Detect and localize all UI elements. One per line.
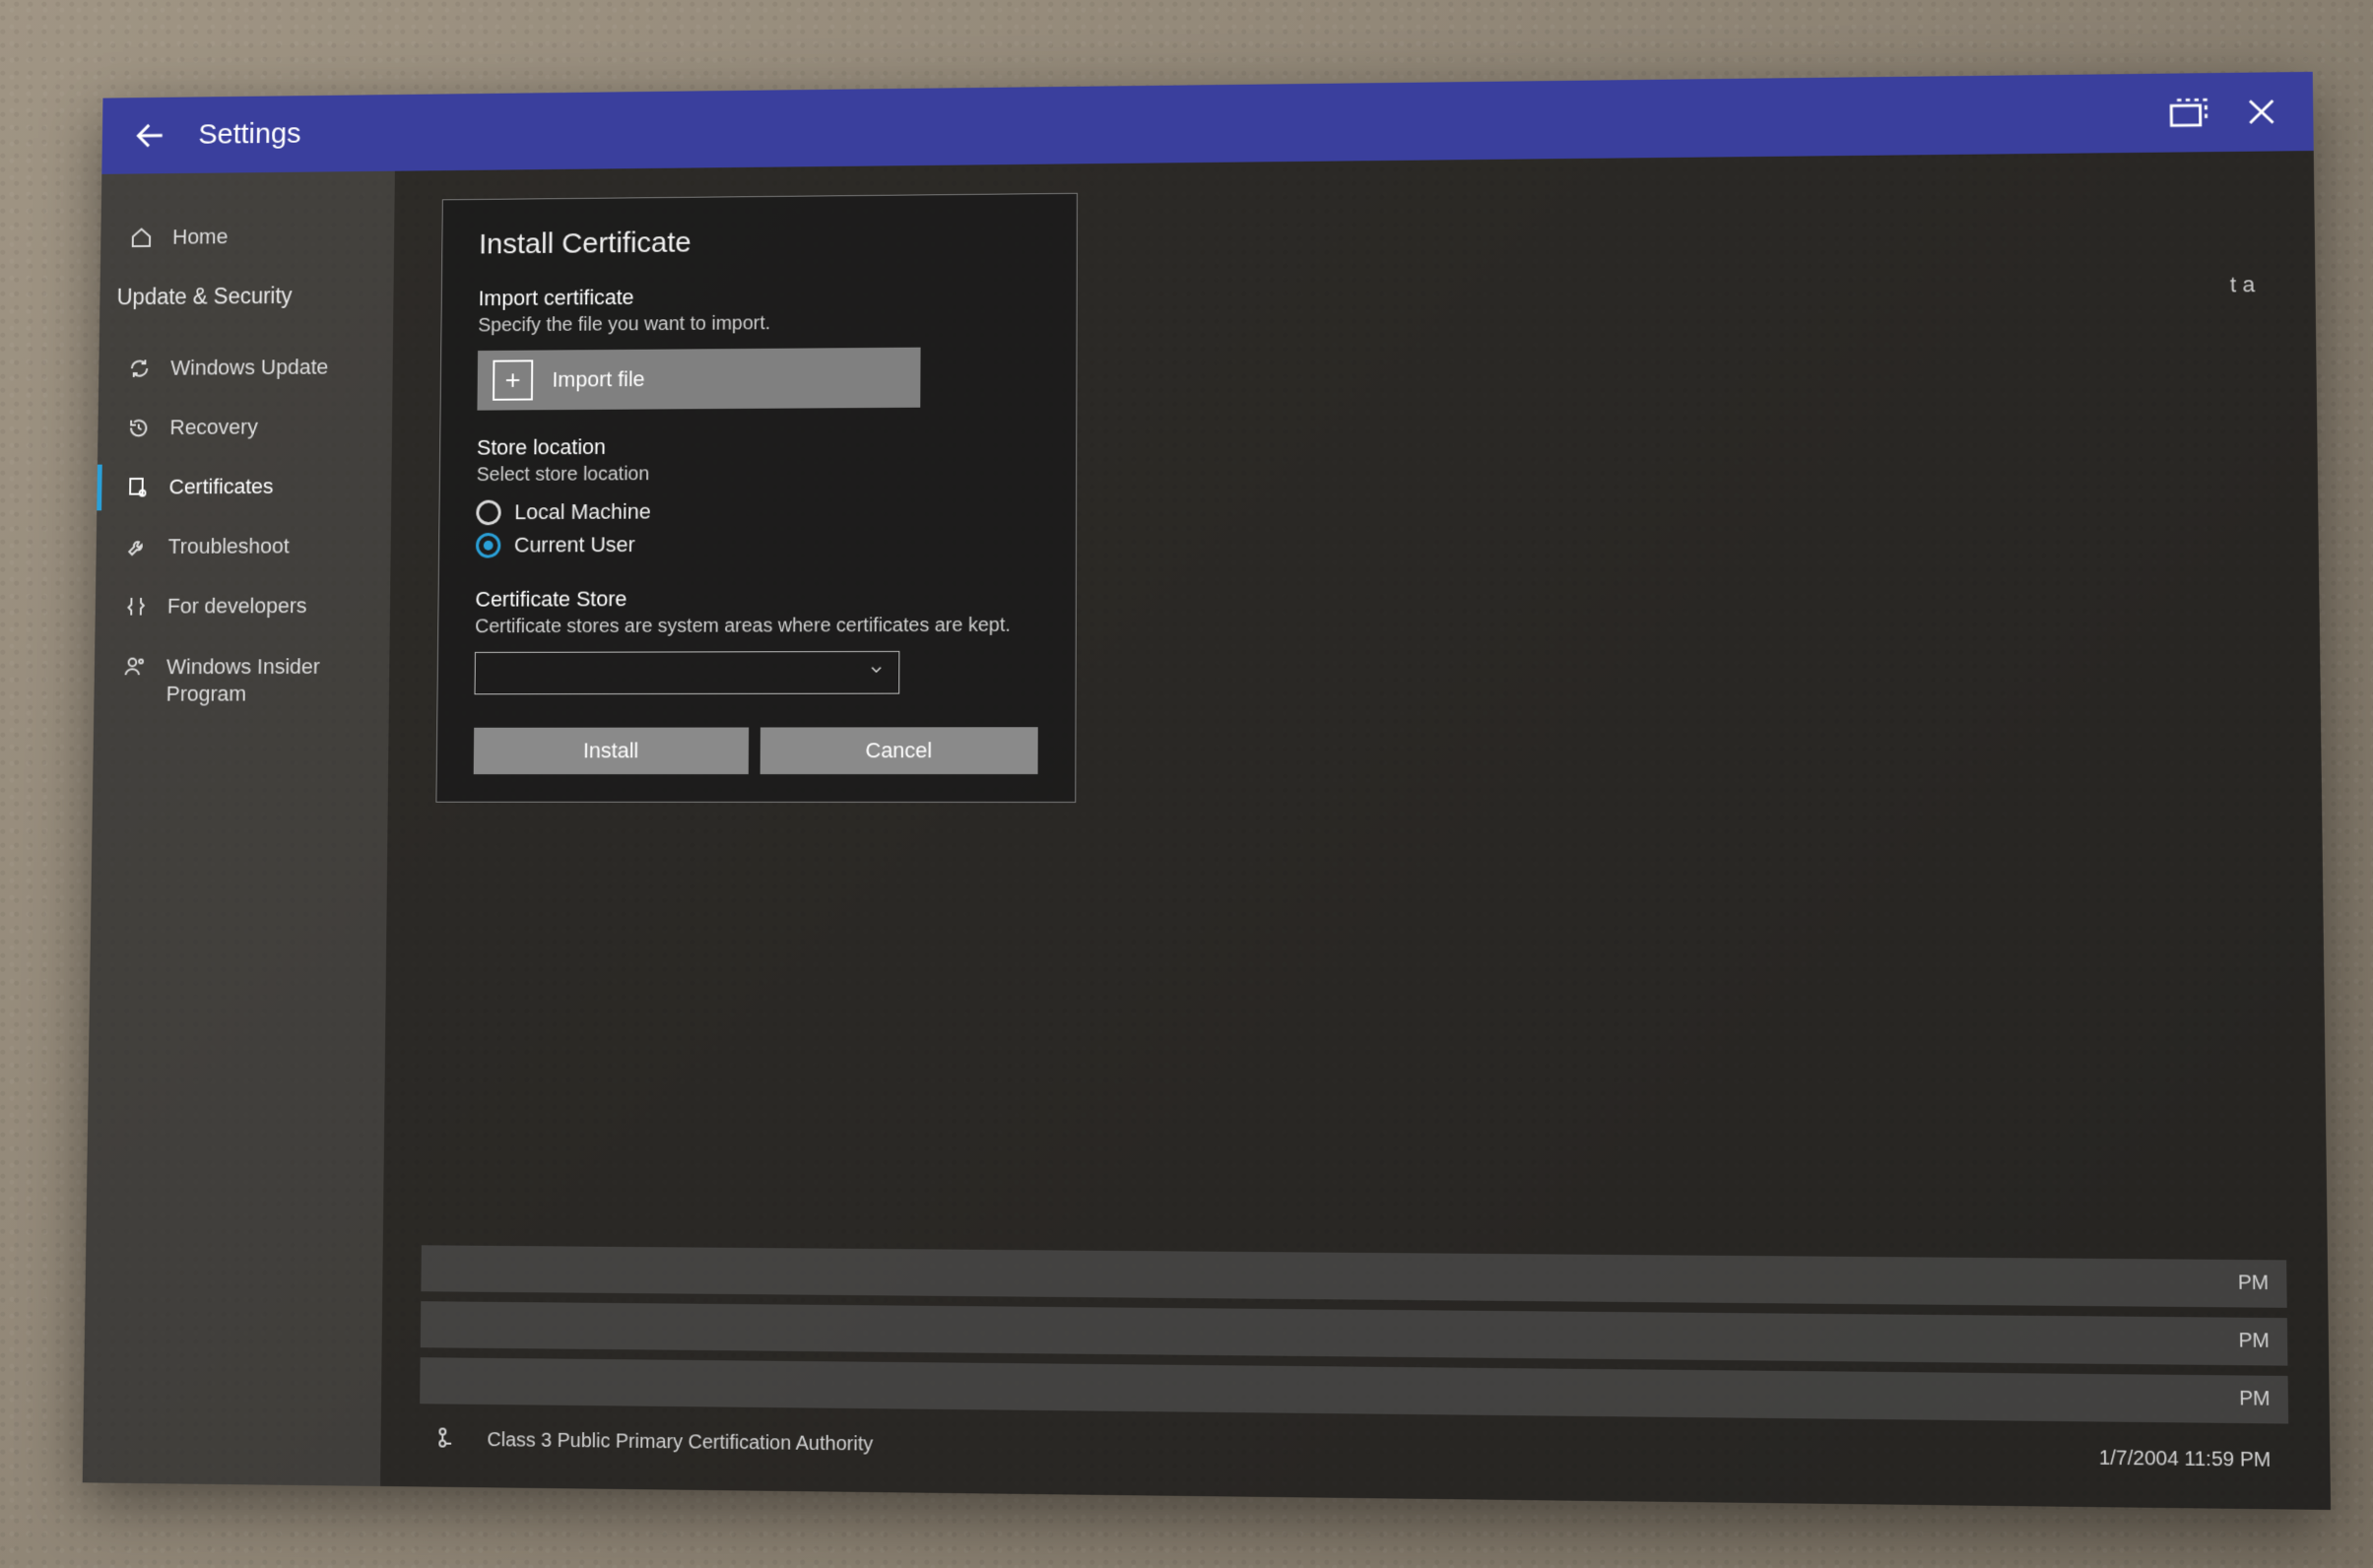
list-item[interactable]: Class 3 Public Primary Certification Aut… <box>420 1413 2290 1489</box>
history-icon <box>126 415 151 439</box>
sidebar-item-label: Troubleshoot <box>168 533 290 558</box>
import-file-label: Import file <box>553 366 645 392</box>
arrow-left-icon <box>132 117 168 154</box>
background-cert-list: PM PM PM Class 3 Public Primary Certific… <box>420 1235 2290 1488</box>
row-date: 1/7/2004 11:59 PM <box>2099 1447 2272 1472</box>
person-icon <box>123 653 148 678</box>
list-item[interactable]: PM <box>421 1301 2288 1365</box>
cancel-button[interactable]: Cancel <box>760 727 1038 774</box>
list-item[interactable]: PM <box>422 1245 2288 1308</box>
store-location-heading: Store location <box>477 431 1039 460</box>
import-heading: Import certificate <box>479 281 1040 310</box>
row-name: Class 3 Public Primary Certification Aut… <box>488 1429 874 1457</box>
sync-icon <box>127 356 152 380</box>
close-icon <box>2245 95 2279 128</box>
sidebar-item-label: Windows Update <box>170 355 328 380</box>
close-button[interactable] <box>2241 91 2284 133</box>
sidebar-category-label: Update & Security <box>117 283 293 310</box>
plus-icon: + <box>493 359 533 400</box>
wrench-icon <box>125 534 150 558</box>
cert-store-heading: Certificate Store <box>476 585 1039 613</box>
sidebar-item-recovery[interactable]: Recovery <box>98 396 392 457</box>
home-icon <box>129 225 154 249</box>
app-title: Settings <box>198 117 300 151</box>
radio-label: Local Machine <box>514 498 651 524</box>
sidebar-item-label: Certificates <box>169 474 274 499</box>
sidebar-item-certificates[interactable]: Certificates <box>97 456 392 517</box>
import-file-button[interactable]: + Import file <box>478 347 921 410</box>
install-button[interactable]: Install <box>474 727 749 774</box>
radio-icon <box>476 533 501 558</box>
install-certificate-dialog: Install Certificate Import certificate S… <box>436 192 1079 802</box>
sidebar-item-for-developers[interactable]: For developers <box>96 575 391 636</box>
list-item[interactable]: PM <box>420 1357 2288 1423</box>
sidebar-item-windows-update[interactable]: Windows Update <box>99 337 393 399</box>
sidebar-item-label: Windows Insider Program <box>166 653 348 706</box>
window-body: Home Update & Security Windows Update Re… <box>83 151 2332 1510</box>
multitask-button[interactable] <box>2168 92 2211 133</box>
sidebar-category: Update & Security <box>99 272 394 339</box>
main-content: t a PM PM PM Class 3 Public Primary <box>380 151 2332 1510</box>
install-button-label: Install <box>583 738 639 763</box>
row-date-fragment: PM <box>2239 1387 2271 1410</box>
radio-current-user[interactable]: Current User <box>476 530 1038 557</box>
cancel-button-label: Cancel <box>866 738 933 763</box>
cert-store-subtitle: Certificate stores are system areas wher… <box>475 614 1038 637</box>
dialog-title: Install Certificate <box>479 223 1039 261</box>
row-date-fragment: PM <box>2239 1329 2271 1352</box>
sidebar-item-troubleshoot[interactable]: Troubleshoot <box>97 515 392 576</box>
obscured-text-fragment: t a <box>2230 270 2256 300</box>
import-subtitle: Specify the file you want to import. <box>478 310 1039 337</box>
sidebar-item-label: Recovery <box>169 415 258 440</box>
sidebar: Home Update & Security Windows Update Re… <box>83 170 395 1485</box>
sidebar-item-insider[interactable]: Windows Insider Program <box>94 635 390 724</box>
cert-store-combobox[interactable] <box>475 651 900 694</box>
store-location-subtitle: Select store location <box>477 461 1039 487</box>
back-button[interactable] <box>131 115 171 156</box>
sidebar-home[interactable]: Home <box>100 209 395 275</box>
radio-local-machine[interactable]: Local Machine <box>477 497 1039 525</box>
cert-tree-icon <box>437 1425 471 1455</box>
certificate-icon <box>125 475 150 499</box>
row-date-fragment: PM <box>2238 1272 2270 1295</box>
window-stack-icon <box>2169 96 2209 129</box>
chevron-down-icon <box>868 660 886 684</box>
sidebar-item-label: For developers <box>167 593 307 619</box>
tools-icon <box>124 594 149 619</box>
radio-label: Current User <box>514 532 635 557</box>
settings-window: Settings Home Update & Security <box>83 71 2332 1509</box>
radio-icon <box>477 499 502 525</box>
sidebar-home-label: Home <box>172 224 229 249</box>
